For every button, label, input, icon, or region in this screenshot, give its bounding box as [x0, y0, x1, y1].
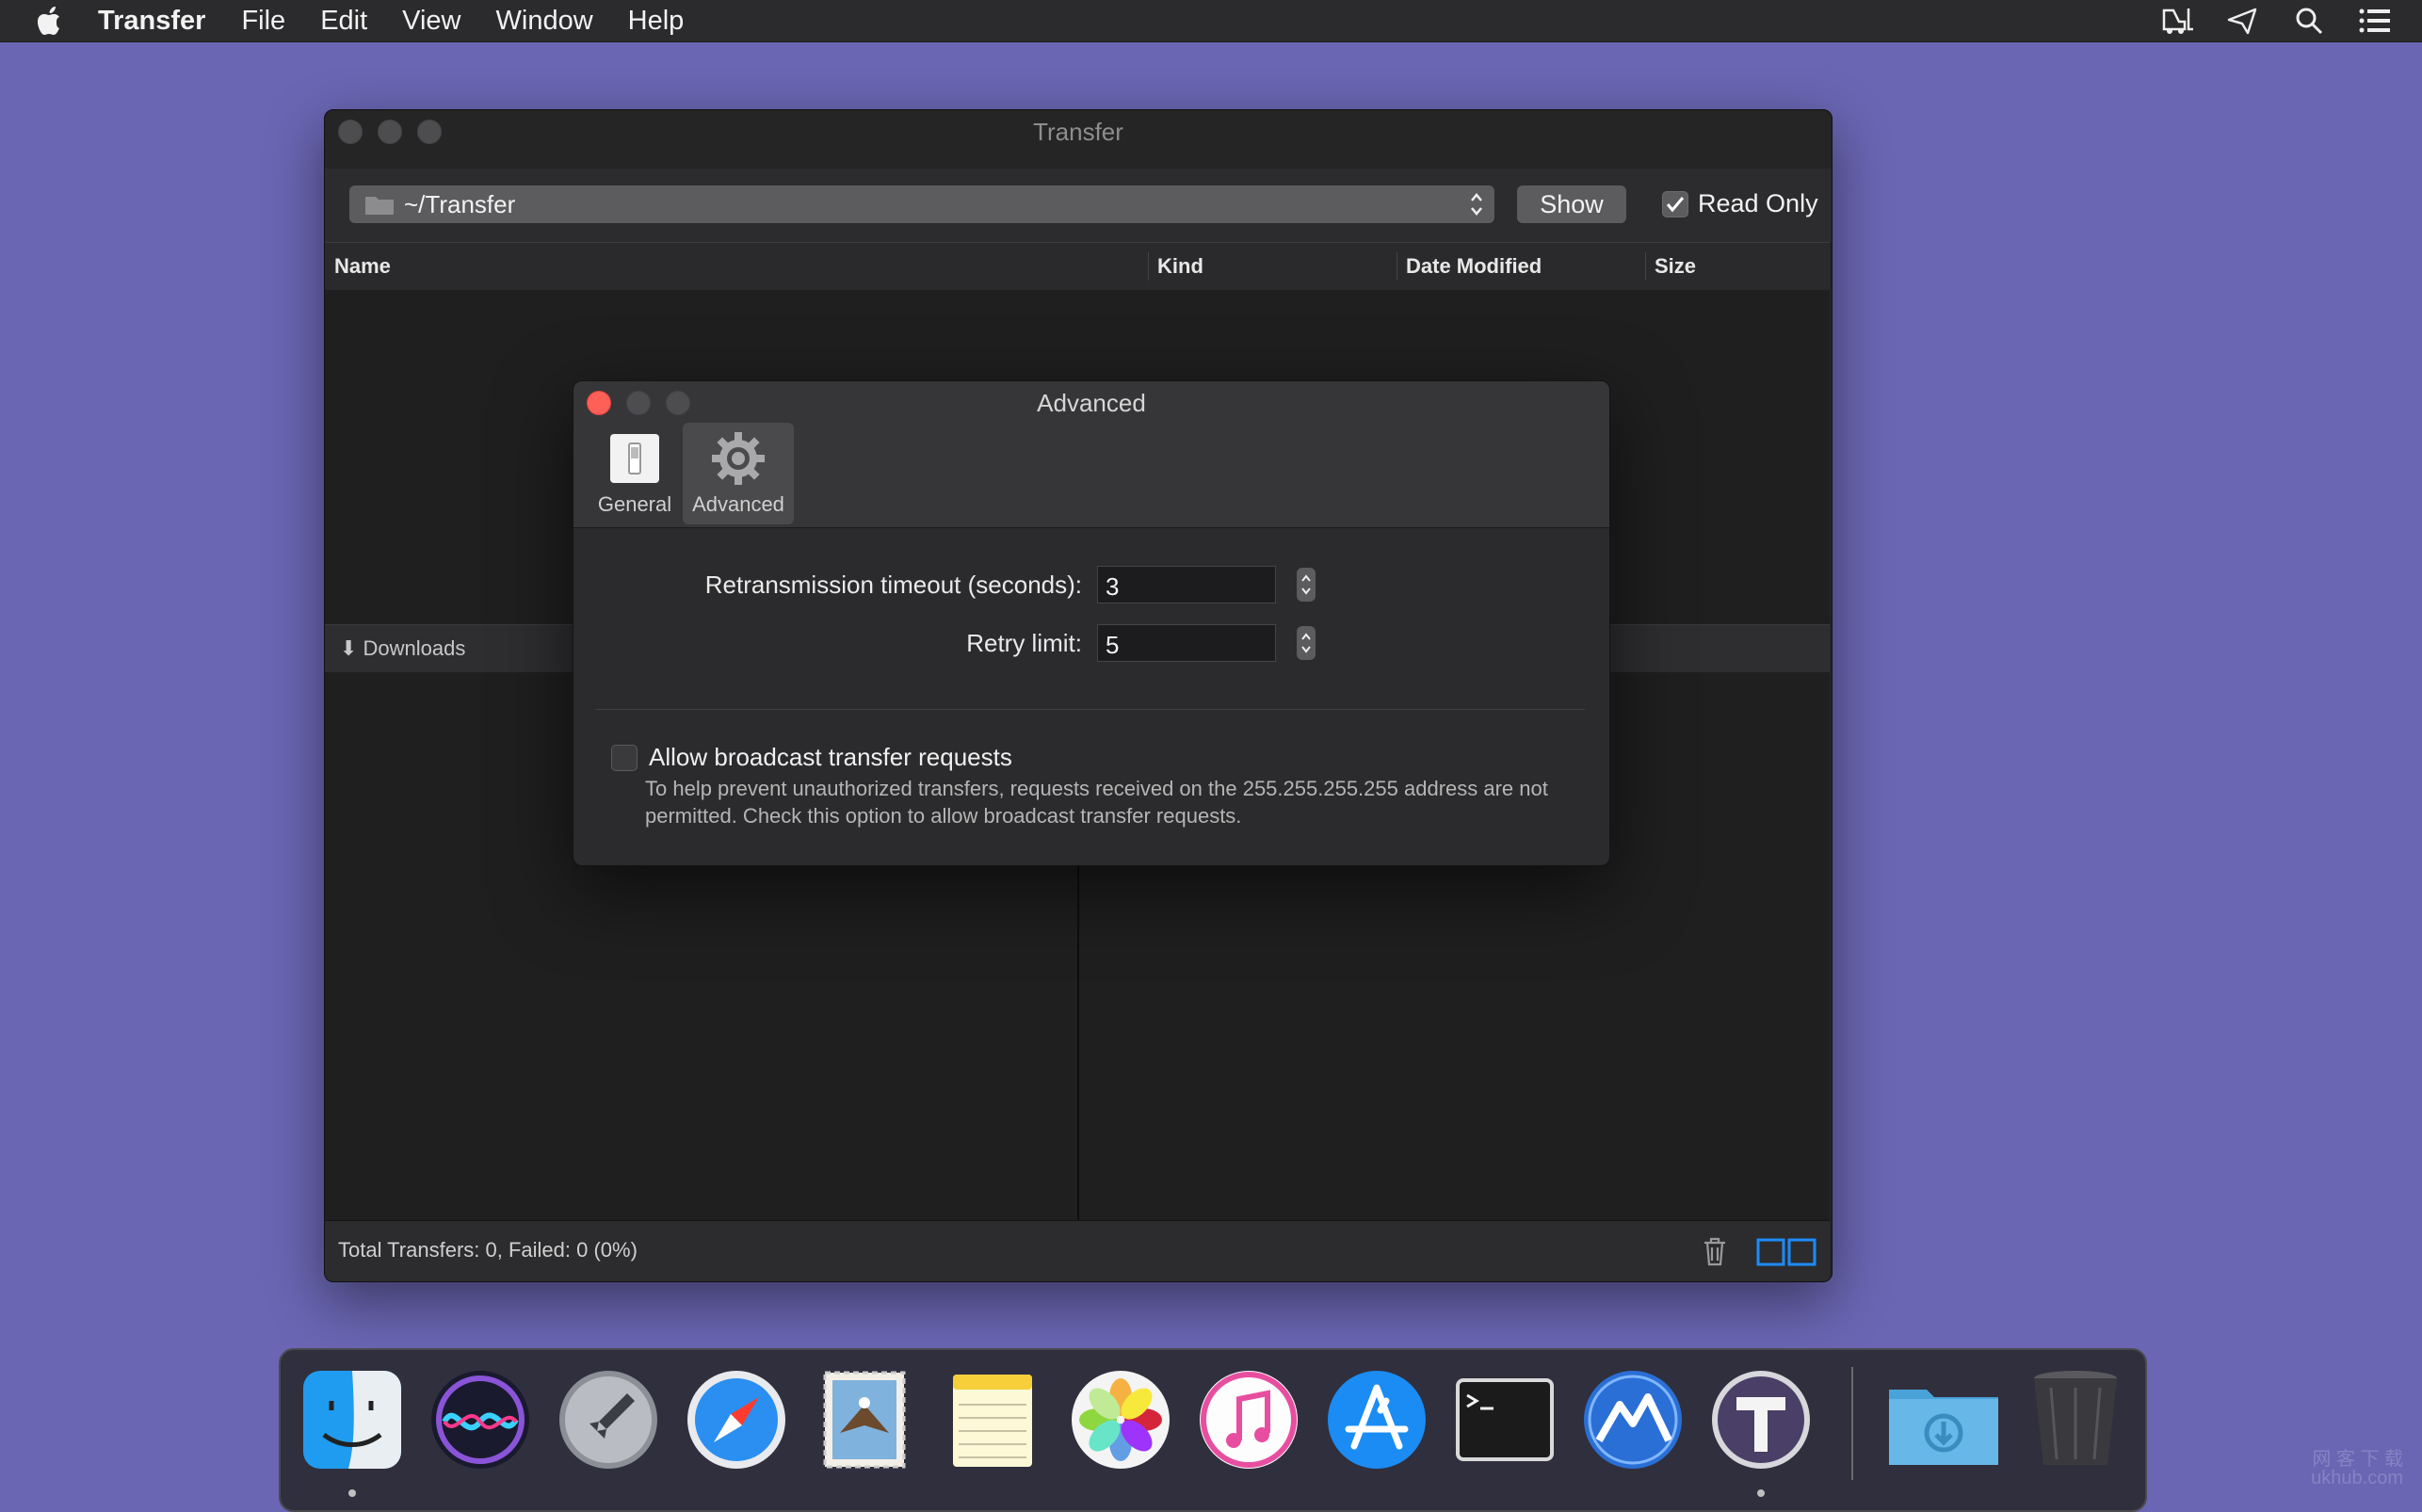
app-store-icon[interactable] — [1324, 1367, 1429, 1472]
launchpad-icon[interactable] — [556, 1367, 661, 1472]
downloads-folder-icon[interactable] — [1885, 1367, 2002, 1472]
broadcast-label: Allow broadcast transfer requests — [649, 743, 1012, 771]
running-indicator — [1757, 1489, 1765, 1497]
siri-icon[interactable] — [428, 1367, 533, 1472]
tab-advanced-label: Advanced — [692, 492, 784, 516]
dock-separator — [1851, 1367, 1853, 1480]
trash-icon[interactable] — [1702, 1236, 1728, 1266]
monodraw-icon[interactable] — [1580, 1367, 1686, 1472]
show-button[interactable]: Show — [1517, 185, 1626, 223]
read-only-checkbox[interactable]: Read Only — [1662, 189, 1818, 218]
retry-field[interactable]: 5 — [1097, 624, 1276, 662]
timeout-field[interactable]: 3 — [1097, 566, 1276, 603]
notification-center-icon[interactable] — [2356, 4, 2394, 38]
watermark-line2: ukhub.com — [2311, 1468, 2403, 1488]
status-bar: Total Transfers: 0, Failed: 0 (0%) — [325, 1220, 1830, 1281]
preferences-toolbar: Advanced General Advanced — [573, 381, 1609, 528]
checkmark-icon[interactable] — [1662, 190, 1688, 217]
checkbox-box[interactable] — [611, 744, 638, 771]
preferences-window: Advanced General Advanced Retransmission… — [573, 380, 1610, 866]
switch-icon — [606, 430, 663, 487]
spotlight-search-icon[interactable] — [2290, 4, 2328, 38]
finder-icon[interactable] — [299, 1367, 405, 1472]
split-view-icon[interactable] — [1756, 1238, 1816, 1266]
notes-icon[interactable] — [940, 1367, 1045, 1472]
column-date-modified[interactable]: Date Modified — [1406, 254, 1542, 279]
broadcast-help-text: To help prevent unauthorized transfers, … — [645, 777, 1548, 828]
column-divider[interactable] — [1148, 252, 1149, 281]
terminal-icon[interactable] — [1452, 1367, 1558, 1472]
timeout-label: Retransmission timeout (seconds): — [704, 570, 1082, 599]
separator — [596, 709, 1585, 710]
menu-app-name[interactable]: Transfer — [98, 6, 205, 37]
column-kind[interactable]: Kind — [1157, 254, 1203, 279]
retry-label: Retry limit: — [966, 628, 1082, 657]
path-label: ~/Transfer — [404, 189, 516, 218]
retry-row: Retry limit: 5 — [573, 624, 1316, 662]
column-name[interactable]: Name — [334, 254, 391, 279]
menu-file[interactable]: File — [241, 6, 285, 37]
chevron-updown-icon — [1471, 193, 1482, 216]
folder-icon — [365, 197, 394, 215]
menu-window[interactable]: Window — [496, 6, 593, 37]
mail-icon[interactable] — [812, 1367, 917, 1472]
menu-edit[interactable]: Edit — [320, 6, 367, 37]
menu-bar: Transfer File Edit View Window Help — [0, 0, 2422, 42]
column-divider[interactable] — [1645, 252, 1646, 281]
retry-stepper[interactable] — [1297, 626, 1316, 660]
forklift-status-icon[interactable] — [2158, 4, 2196, 38]
broadcast-checkbox[interactable]: Allow broadcast transfer requests — [611, 743, 1012, 772]
dock — [279, 1348, 2147, 1512]
menu-help[interactable]: Help — [628, 6, 685, 37]
trash-icon[interactable] — [2023, 1367, 2128, 1472]
watermark-line1: 网 客 下 载 — [2312, 1449, 2403, 1470]
watermark: 网 客 下 载 ukhub.com — [2311, 1450, 2403, 1488]
tab-general-label: General — [597, 492, 672, 516]
window-titlebar: Transfer — [325, 110, 1832, 170]
toolbar: ~/Transfer Show Read Only — [325, 169, 1832, 242]
downloads-label: ⬇ Downloads — [340, 636, 466, 660]
safari-icon[interactable] — [684, 1367, 789, 1472]
photos-icon[interactable] — [1068, 1367, 1173, 1472]
timeout-stepper[interactable] — [1297, 568, 1316, 602]
column-size[interactable]: Size — [1655, 254, 1696, 279]
tab-general[interactable]: General — [579, 423, 690, 524]
transfer-status-icon[interactable] — [2224, 4, 2262, 38]
path-popup-button[interactable]: ~/Transfer — [349, 185, 1494, 223]
transfer-icon[interactable] — [1708, 1367, 1814, 1472]
gear-icon — [710, 430, 767, 487]
itunes-icon[interactable] — [1196, 1367, 1301, 1472]
transfer-summary: Total Transfers: 0, Failed: 0 (0%) — [338, 1238, 638, 1262]
running-indicator — [348, 1489, 356, 1497]
apple-menu-icon[interactable] — [38, 7, 66, 35]
menu-view[interactable]: View — [402, 6, 460, 37]
tab-advanced[interactable]: Advanced — [683, 423, 794, 524]
file-list-header: Name Kind Date Modified Size — [325, 242, 1830, 291]
preferences-title: Advanced — [1037, 389, 1146, 417]
window-title: Transfer — [1033, 118, 1123, 146]
read-only-label: Read Only — [1698, 189, 1818, 217]
timeout-row: Retransmission timeout (seconds): 3 — [573, 566, 1316, 603]
